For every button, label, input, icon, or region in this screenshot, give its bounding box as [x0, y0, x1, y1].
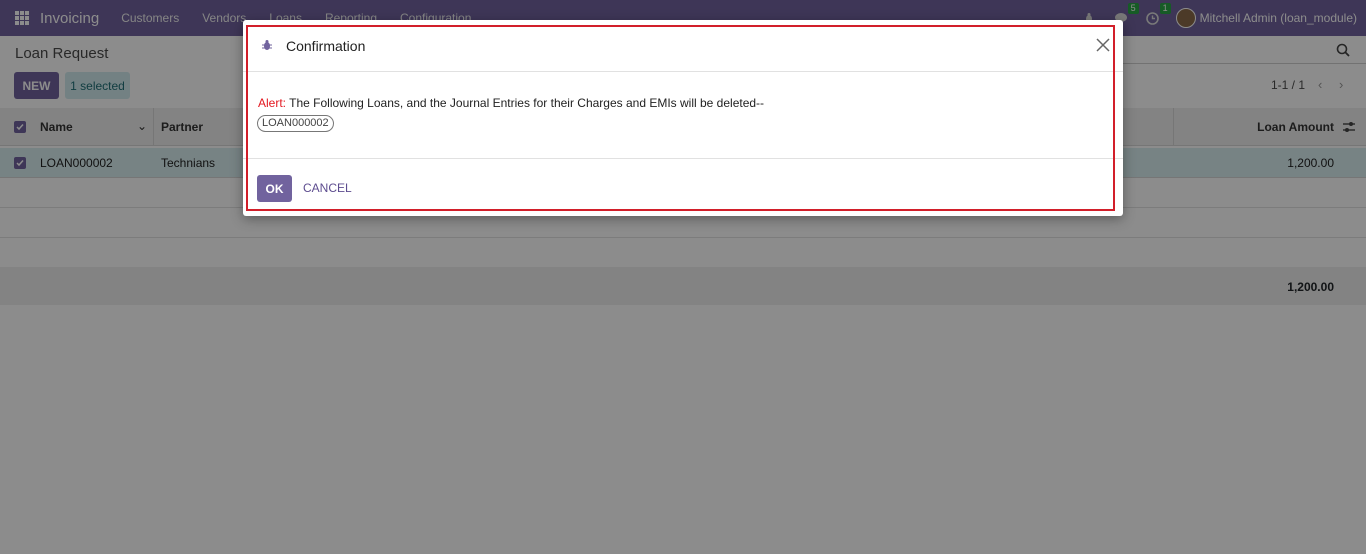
ok-button[interactable]: OK: [257, 175, 292, 202]
close-icon[interactable]: [1095, 37, 1111, 53]
confirmation-dialog: Confirmation Alert: The Following Loans,…: [243, 20, 1123, 216]
alert-label: Alert:: [258, 96, 287, 110]
dialog-header: Confirmation: [243, 20, 1123, 72]
dialog-body: Alert: The Following Loans, and the Jour…: [243, 73, 1123, 159]
alert-text: The Following Loans, and the Journal Ent…: [286, 96, 765, 110]
alert-message: Alert: The Following Loans, and the Jour…: [258, 96, 764, 110]
bug-icon: [261, 39, 273, 51]
cancel-button[interactable]: CANCEL: [303, 181, 352, 195]
dialog-title: Confirmation: [286, 38, 366, 54]
loan-tag: LOAN000002: [257, 115, 334, 132]
